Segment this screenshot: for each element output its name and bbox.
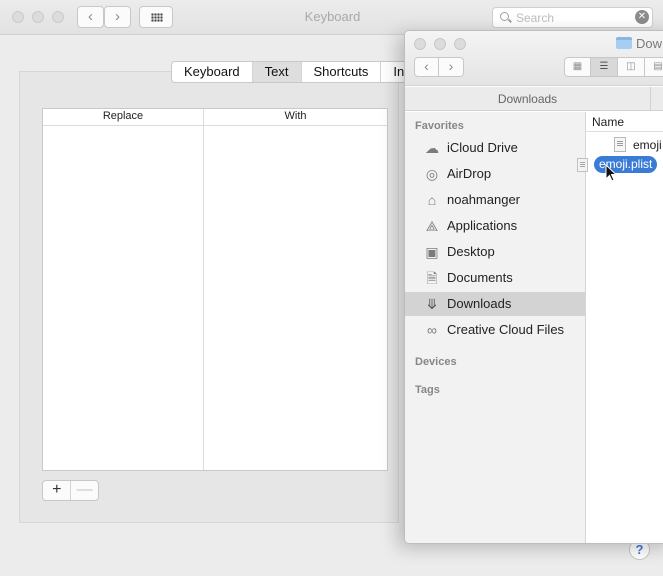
table-header: Replace With [43,109,387,126]
chevron-right-icon: › [448,58,454,74]
column-header-replace[interactable]: Replace [43,110,203,122]
plist-file-icon [614,137,626,152]
chevron-left-icon: ‹ [88,8,93,25]
sidebar-item-applications[interactable]: ⟁ Applications [405,214,585,238]
sidebar-item-home[interactable]: ⌂ noahmanger [405,188,585,212]
add-remove-buttons: + — [42,480,99,501]
tab-bar: Keyboard Text Shortcuts In [171,61,418,83]
sidebar-item-label: Creative Cloud Files [447,322,565,337]
file-list: Name emoji [585,112,663,543]
finder-zoom-button[interactable] [454,38,466,50]
airdrop-icon: ◎ [425,166,439,182]
dragged-file-icon [577,158,588,172]
finder-title: Dow [636,36,663,51]
path-bar: Downloads [405,87,663,111]
cover-flow-button[interactable]: ▤ [645,57,663,77]
search-icon [500,12,509,21]
finder-minimize-button[interactable] [434,38,446,50]
show-all-button[interactable] [139,6,173,28]
list-view-icon: ☰ [599,61,609,72]
finder-back-button[interactable]: ‹ [414,57,439,77]
sidebar-item-airdrop[interactable]: ◎ AirDrop [405,162,585,186]
path-label: Downloads [497,92,558,106]
close-window-button[interactable] [12,11,24,23]
replacement-table[interactable]: Replace With [42,108,388,471]
search-field[interactable]: ✕ [492,7,653,28]
finder-sidebar: Favorites ☁ iCloud Drive ◎ AirDrop ⌂ noa… [405,112,585,543]
grid-icon [151,13,163,22]
creative-cloud-icon: ∞ [427,322,437,338]
favorites-heading: Favorites [415,120,464,132]
finder-close-button[interactable] [414,38,426,50]
column-view-button[interactable]: ◫ [618,57,645,77]
name-column-label: Name [592,115,625,129]
finder-toolbar: Dow ‹ › ▦ ☰ ◫ ▤ [405,31,663,86]
tab-keyboard[interactable]: Keyboard [172,62,253,82]
applications-icon: ⟁ [425,218,439,234]
path-divider [650,87,651,110]
forward-button[interactable]: › [104,6,131,28]
column-view-icon: ◫ [626,61,636,72]
sidebar-item-label: AirDrop [447,166,492,181]
finder-forward-button[interactable]: › [439,57,464,77]
file-name: emoji [633,138,662,152]
chevron-right-icon: › [115,8,120,25]
sidebar-item-label: noahmanger [447,192,520,207]
finder-window: Dow ‹ › ▦ ☰ ◫ ▤ Downloads Favorites ☁ iC… [404,30,663,544]
remove-button[interactable]: — [70,481,98,500]
documents-icon: 🗎 [426,270,438,286]
downloads-icon: ⤋ [426,296,438,312]
zoom-window-button[interactable] [52,11,64,23]
dragged-file-label: emoji.plist [594,156,658,173]
sidebar-item-documents[interactable]: 🗎 Documents [405,266,585,290]
icon-view-button[interactable]: ▦ [564,57,591,77]
tab-shortcuts[interactable]: Shortcuts [302,62,382,82]
list-view-button[interactable]: ☰ [591,57,618,77]
cover-flow-icon: ▤ [653,61,663,72]
sidebar-item-icloud-drive[interactable]: ☁ iCloud Drive [405,136,585,160]
sidebar-item-desktop[interactable]: ▣ Desktop [405,240,585,264]
home-icon: ⌂ [427,192,437,208]
sidebar-item-label: Documents [447,270,513,285]
search-input[interactable] [516,9,626,26]
clear-search-icon[interactable]: ✕ [635,10,649,24]
folder-icon [616,37,632,49]
sidebar-item-label: Desktop [447,244,495,259]
back-button[interactable]: ‹ [77,6,104,28]
window-title: Keyboard [304,9,361,24]
sidebar-item-label: Downloads [447,296,512,311]
desktop-icon: ▣ [425,244,439,260]
tags-heading[interactable]: Tags [415,384,440,396]
devices-heading[interactable]: Devices [415,356,457,368]
tab-text[interactable]: Text [252,62,302,82]
add-button[interactable]: + [43,481,70,500]
sidebar-item-creative-cloud-files[interactable]: ∞ Creative Cloud Files [405,318,585,342]
sidebar-item-label: Applications [447,218,518,233]
sidebar-item-downloads[interactable]: ⤋ Downloads [405,292,585,316]
minimize-window-button[interactable] [32,11,44,23]
column-header-with[interactable]: With [204,110,387,122]
cloud-icon: ☁ [425,140,439,156]
chevron-left-icon: ‹ [424,58,429,74]
sidebar-item-label: iCloud Drive [447,140,518,155]
name-column-header[interactable]: Name [586,112,663,132]
icon-view-icon: ▦ [572,61,583,72]
column-divider [203,109,204,470]
